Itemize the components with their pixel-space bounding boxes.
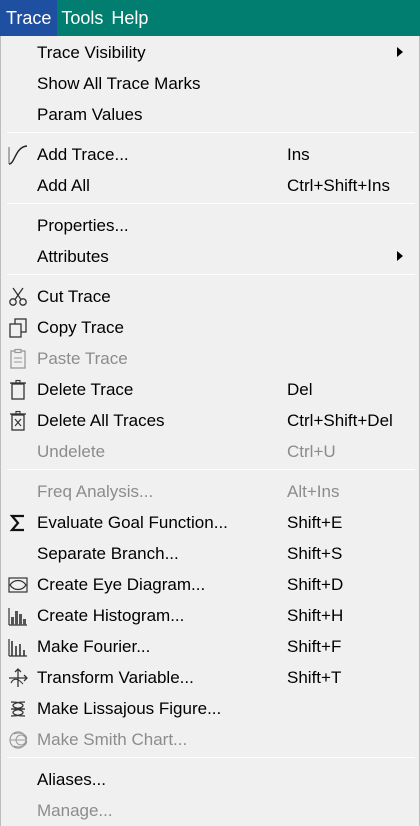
menu-item-shortcut: Shift+D <box>287 574 344 594</box>
menu-item-label: Create Eye Diagram... <box>37 574 206 594</box>
menu-item-shortcut: Shift+H <box>287 605 344 625</box>
menu-item-manage[interactable]: Manage... <box>1 795 419 826</box>
menu-item-label: Show All Trace Marks <box>37 73 201 93</box>
menu-tools[interactable]: Tools <box>57 0 107 36</box>
menu-item-freq-analysis[interactable]: Freq Analysis... Alt+Ins <box>1 476 419 507</box>
menu-separator <box>7 274 415 275</box>
menu-item-label: Make Lissajous Figure... <box>37 698 222 718</box>
submenu-arrow-icon <box>397 251 403 261</box>
scissors-icon <box>7 286 29 308</box>
menu-item-shortcut: Ins <box>287 144 310 164</box>
transform-icon <box>7 667 29 689</box>
menu-item-label: Paste Trace <box>37 348 128 368</box>
clipboard-icon <box>7 348 29 370</box>
menu-item-label: Trace Visibility <box>37 42 146 62</box>
menu-separator <box>7 757 415 758</box>
delete-all-icon <box>7 410 29 432</box>
menu-item-label: Freq Analysis... <box>37 481 154 501</box>
lissajous-icon <box>7 698 29 720</box>
menu-item-add-all[interactable]: Add All Ctrl+Shift+Ins <box>1 170 419 201</box>
menu-item-make-smith-chart[interactable]: Make Smith Chart... <box>1 724 419 755</box>
menu-item-label: Attributes <box>37 246 109 266</box>
menu-item-copy-trace[interactable]: Copy Trace <box>1 312 419 343</box>
menu-item-label: Cut Trace <box>37 286 111 306</box>
menu-item-label: Transform Variable... <box>37 667 194 687</box>
menu-item-label: Create Histogram... <box>37 605 185 625</box>
trace-dropdown-menu: Trace Visibility Show All Trace Marks Pa… <box>0 36 420 826</box>
menu-item-label: Add All <box>37 175 90 195</box>
menu-item-paste-trace[interactable]: Paste Trace <box>1 343 419 374</box>
menu-item-cut-trace[interactable]: Cut Trace <box>1 281 419 312</box>
menu-item-label: Separate Branch... <box>37 543 179 563</box>
menu-item-create-eye-diagram[interactable]: Create Eye Diagram... Shift+D <box>1 569 419 600</box>
menu-item-make-fourier[interactable]: Make Fourier... Shift+F <box>1 631 419 662</box>
menu-item-undelete[interactable]: Undelete Ctrl+U <box>1 436 419 467</box>
menu-item-label: Manage... <box>37 800 113 820</box>
menu-item-shortcut: Shift+E <box>287 512 343 532</box>
menu-item-label: Add Trace... <box>37 144 129 164</box>
menu-item-shortcut: Del <box>287 379 313 399</box>
menu-trace[interactable]: Trace <box>0 0 58 36</box>
menu-item-attributes[interactable]: Attributes <box>1 241 419 272</box>
menu-item-label: Delete Trace <box>37 379 134 399</box>
menu-item-shortcut: Shift+T <box>287 667 342 687</box>
smith-chart-icon <box>7 729 29 751</box>
menu-item-delete-all-traces[interactable]: Delete All Traces Ctrl+Shift+Del <box>1 405 419 436</box>
menu-separator <box>7 469 415 470</box>
menu-help[interactable]: Help <box>107 0 152 36</box>
menu-item-label: Param Values <box>37 104 143 124</box>
menu-item-aliases[interactable]: Aliases... <box>1 764 419 795</box>
menu-item-properties[interactable]: Properties... <box>1 210 419 241</box>
menu-item-make-lissajous-figure[interactable]: Make Lissajous Figure... <box>1 693 419 724</box>
menu-item-label: Aliases... <box>37 769 106 789</box>
menu-separator <box>7 203 415 204</box>
menu-item-label: Delete All Traces <box>37 410 165 430</box>
menu-item-transform-variable[interactable]: Transform Variable... Shift+T <box>1 662 419 693</box>
menu-item-label: Make Fourier... <box>37 636 151 656</box>
histogram-icon <box>7 605 29 627</box>
add-trace-icon <box>7 144 29 166</box>
menu-item-label: Make Smith Chart... <box>37 729 188 749</box>
submenu-arrow-icon <box>397 47 403 57</box>
trash-icon <box>7 379 29 401</box>
menu-separator <box>7 132 415 133</box>
menu-item-label: Undelete <box>37 441 106 461</box>
menu-item-shortcut: Ctrl+Shift+Ins <box>287 175 390 195</box>
menu-item-shortcut: Ctrl+Shift+Del <box>287 410 393 430</box>
copy-icon <box>7 317 29 339</box>
menu-item-show-all-trace-marks[interactable]: Show All Trace Marks <box>1 68 419 99</box>
menu-bar: Trace Tools Help <box>0 0 420 36</box>
sigma-icon <box>7 512 29 534</box>
menu-item-label: Properties... <box>37 215 129 235</box>
menu-item-create-histogram[interactable]: Create Histogram... Shift+H <box>1 600 419 631</box>
menu-item-delete-trace[interactable]: Delete Trace Del <box>1 374 419 405</box>
menu-item-label: Evaluate Goal Function... <box>37 512 228 532</box>
menu-item-trace-visibility[interactable]: Trace Visibility <box>1 37 419 68</box>
menu-item-param-values[interactable]: Param Values <box>1 99 419 130</box>
menu-item-label: Copy Trace <box>37 317 124 337</box>
menu-item-shortcut: Shift+S <box>287 543 343 563</box>
menu-item-separate-branch[interactable]: Separate Branch... Shift+S <box>1 538 419 569</box>
menu-item-add-trace[interactable]: Add Trace... Ins <box>1 139 419 170</box>
eye-diagram-icon <box>7 574 29 596</box>
menu-item-shortcut: Ctrl+U <box>287 441 336 461</box>
menu-item-shortcut: Shift+F <box>287 636 342 656</box>
menu-item-evaluate-goal-function[interactable]: Evaluate Goal Function... Shift+E <box>1 507 419 538</box>
fourier-icon <box>7 636 29 658</box>
menu-item-shortcut: Alt+Ins <box>287 481 340 501</box>
